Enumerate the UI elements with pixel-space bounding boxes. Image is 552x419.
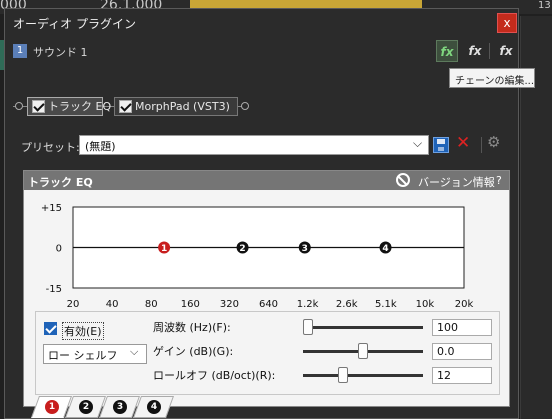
track-name: サウンド 1 bbox=[33, 46, 88, 59]
x-tick-label: 2.6k bbox=[336, 299, 358, 310]
eq-band-point-label: 4 bbox=[382, 244, 388, 254]
x-tick-label: 40 bbox=[106, 299, 119, 310]
rolloff-value-input[interactable]: 12 bbox=[432, 367, 492, 384]
checkbox-checked-icon[interactable] bbox=[119, 100, 132, 113]
dialog-titlebar[interactable]: オーディオ プラグイン x bbox=[5, 9, 518, 35]
save-preset-icon[interactable] bbox=[433, 137, 449, 153]
frequency-slider-track[interactable] bbox=[303, 326, 423, 329]
x-tick-label: 5.1k bbox=[375, 299, 397, 310]
dialog-title: オーディオ プラグイン bbox=[13, 17, 136, 31]
rolloff-slider-thumb[interactable] bbox=[338, 367, 349, 383]
chain-plugin-morphpad[interactable]: MorphPad (VST3) bbox=[114, 97, 238, 116]
x-tick-label: 10k bbox=[416, 299, 435, 310]
frequency-label: 周波数 (Hz)(F): bbox=[153, 321, 231, 334]
frequency-slider-thumb[interactable] bbox=[303, 319, 313, 335]
rolloff-slider-track[interactable] bbox=[303, 374, 423, 377]
host-clip bbox=[190, 0, 422, 8]
chain-plugin-track-eq[interactable]: トラック EQ bbox=[27, 97, 111, 116]
track-number-badge: 1 bbox=[13, 44, 27, 58]
fx-menu-icon[interactable]: fx bbox=[495, 40, 517, 62]
chain-plugin-label: トラック EQ bbox=[48, 100, 112, 113]
y-tick-label: -15 bbox=[46, 284, 62, 295]
band-number-badge: 1 bbox=[45, 400, 59, 414]
eq-title: トラック EQ bbox=[28, 176, 93, 189]
preset-label: プリセット: bbox=[21, 141, 80, 154]
band-number-badge: 4 bbox=[147, 400, 161, 414]
eq-header: トラック EQ バージョン情報 ? bbox=[24, 171, 509, 190]
gain-slider-thumb[interactable] bbox=[358, 343, 368, 359]
fx-chain-icon[interactable]: fx bbox=[436, 40, 458, 62]
eq-band-point-label: 1 bbox=[161, 244, 167, 254]
x-tick-label: 20 bbox=[67, 299, 80, 310]
preset-divider bbox=[481, 137, 482, 153]
enable-label[interactable]: 有効(E) bbox=[62, 322, 104, 340]
eq-band-point-label: 3 bbox=[302, 244, 308, 254]
frequency-value-input[interactable]: 100 bbox=[432, 319, 492, 336]
gain-value-input[interactable]: 0.0 bbox=[432, 343, 492, 360]
y-tick-label: 0 bbox=[56, 244, 62, 255]
track-eq-panel: トラック EQ バージョン情報 ? +15 0 -15 20 40 80 160 320 640… bbox=[23, 170, 510, 407]
enable-checkbox[interactable] bbox=[44, 322, 57, 335]
audio-plugin-dialog: オーディオ プラグイン x 1 サウンド 1 fx fx fx トラック EQ … bbox=[4, 8, 519, 419]
eq-frequency-graph[interactable]: +15 0 -15 20 40 80 160 320 640 1.2k 2.6k 5.1k 10k 20k… bbox=[24, 191, 509, 311]
x-tick-label: 80 bbox=[145, 299, 158, 310]
no-entry-icon[interactable] bbox=[396, 173, 410, 187]
chain-start-node-icon bbox=[15, 102, 23, 110]
delete-preset-icon[interactable]: ✕ bbox=[456, 133, 470, 153]
eq-band-controls: 有効(E) ロー シェルフ ⌵ 周波数 (Hz)(F): 100 ゲイン (dB… bbox=[35, 311, 500, 395]
x-tick-label: 320 bbox=[220, 299, 239, 310]
close-button[interactable]: x bbox=[497, 13, 517, 33]
toolbar-divider bbox=[489, 43, 490, 59]
chain-plugin-label: MorphPad (VST3) bbox=[135, 100, 230, 113]
chevron-down-icon[interactable]: ⌵ bbox=[413, 136, 422, 151]
chain-edit-tooltip: チェーンの編集... bbox=[449, 68, 535, 88]
host-right-number: 13 bbox=[538, 0, 551, 11]
chain-end-node-icon bbox=[241, 102, 249, 110]
preset-dropdown[interactable]: (無題) bbox=[79, 135, 429, 155]
band-number-badge: 3 bbox=[113, 400, 127, 414]
y-tick-label: +15 bbox=[41, 203, 62, 214]
eq-band-point-label: 2 bbox=[239, 244, 245, 254]
checkbox-checked-icon[interactable] bbox=[32, 100, 45, 113]
rolloff-label: ロールオフ (dB/oct)(R): bbox=[153, 369, 276, 382]
fx-bypass-icon[interactable]: fx bbox=[464, 40, 486, 62]
x-tick-label: 20k bbox=[455, 299, 474, 310]
x-tick-label: 160 bbox=[181, 299, 200, 310]
version-info-link[interactable]: バージョン情報 bbox=[418, 174, 495, 190]
band-number-badge: 2 bbox=[79, 400, 93, 414]
band-tab-4[interactable]: 4 bbox=[132, 396, 175, 418]
settings-gear-icon[interactable]: ⚙ bbox=[487, 133, 500, 151]
x-tick-label: 640 bbox=[259, 299, 278, 310]
gain-label: ゲイン (dB)(G): bbox=[153, 345, 234, 358]
chevron-down-icon[interactable]: ⌵ bbox=[130, 345, 138, 359]
help-button[interactable]: ? bbox=[496, 174, 502, 187]
x-tick-label: 1.2k bbox=[297, 299, 319, 310]
